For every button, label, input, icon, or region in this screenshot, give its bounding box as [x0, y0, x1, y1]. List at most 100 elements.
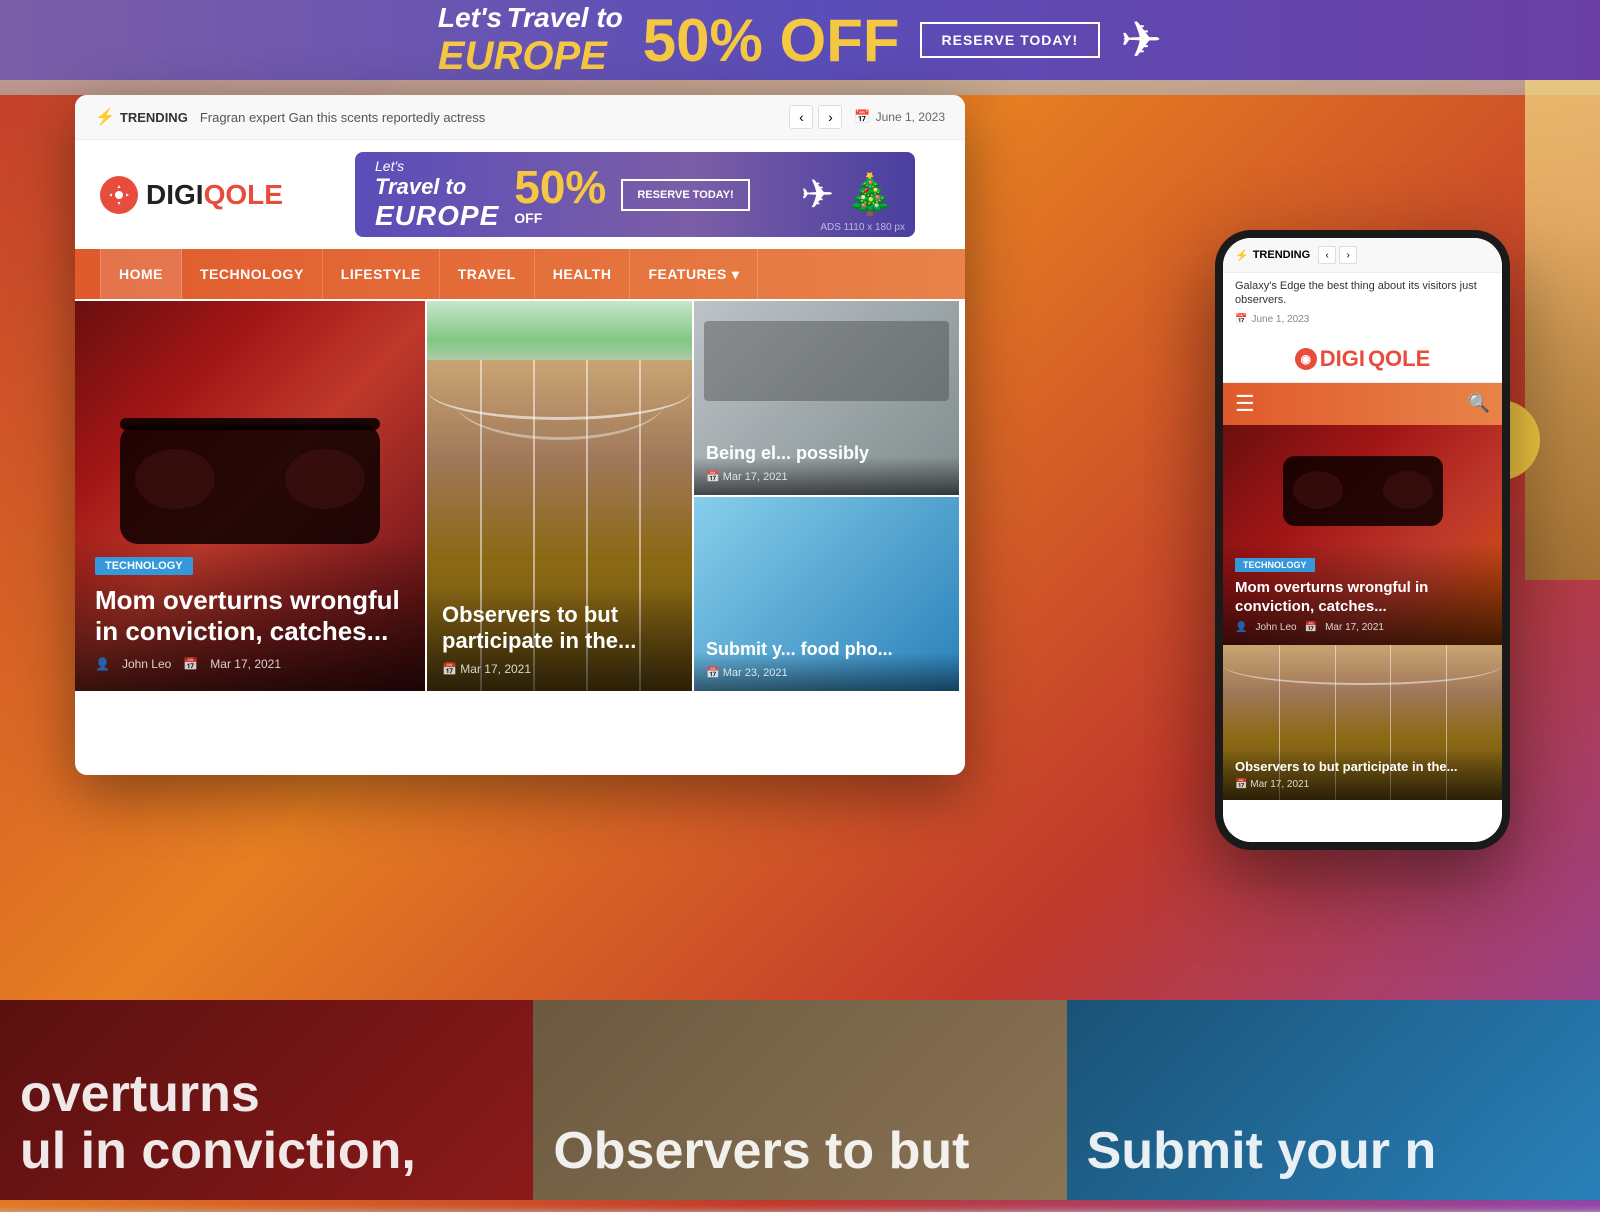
phone-main-title: Mom overturns wrongful in conviction, ca… — [1235, 578, 1490, 617]
submit-date: Mar 23, 2021 — [723, 667, 788, 679]
author-icon: 👤 — [95, 657, 110, 671]
banner-europe-text: EUROPE — [438, 34, 623, 79]
phone-logo-icon: ◉ — [1295, 348, 1317, 370]
being-date: Mar 17, 2021 — [723, 471, 788, 483]
phone-cal-icon: 📅 — [1235, 314, 1247, 325]
phone-vr-background: TECHNOLOGY Mom overturns wrongful in con… — [1223, 425, 1502, 645]
being-article-meta: 📅 Mar 17, 2021 — [706, 470, 947, 483]
main-article-card[interactable]: TECHNOLOGY Mom overturns wrongful in con… — [75, 301, 425, 691]
phone-track-cal-icon: 📅 — [1235, 779, 1247, 790]
track-article-title: Observers to but participate in the... — [442, 602, 677, 654]
ad-banner[interactable]: Let's Travel to EUROPE 50% OFF RESERVE T… — [355, 152, 915, 237]
calendar-icon: 📅 — [854, 109, 870, 125]
submit-article-card[interactable]: Submit y... food pho... 📅 Mar 23, 2021 — [694, 497, 959, 691]
phone-track-meta: 📅 Mar 17, 2021 — [1235, 779, 1490, 790]
phone-trending-next[interactable]: › — [1339, 246, 1357, 264]
logo-accent: QOLE — [204, 179, 283, 210]
track-article-meta: 📅 Mar 17, 2021 — [442, 662, 677, 676]
track-overlay: Observers to but participate in the... 📅… — [427, 587, 692, 691]
submit-overlay: Submit y... food pho... 📅 Mar 23, 2021 — [694, 627, 959, 691]
track-card-background: Observers to but participate in the... 📅… — [427, 301, 692, 691]
phone-logo-area: ◉ DIGIQOLE — [1223, 333, 1502, 383]
phone-main-article[interactable]: TECHNOLOGY Mom overturns wrongful in con… — [1223, 425, 1502, 645]
tech-badge: TECHNOLOGY — [95, 557, 193, 575]
logo-section: DIGIQOLE — [100, 176, 283, 214]
trending-label: ⚡ TRENDING — [95, 107, 188, 127]
trending-next-button[interactable]: › — [818, 105, 842, 129]
main-browser-window: ⚡ TRENDING Fragran expert Gan this scent… — [75, 95, 965, 775]
phone-trending-content: Galaxy's Edge the best thing about its v… — [1223, 273, 1502, 314]
phone-trending-label: ⚡ TRENDING — [1235, 249, 1310, 262]
article-date: Mar 17, 2021 — [210, 657, 281, 671]
being-article-title: Being el... possibly — [706, 443, 947, 464]
logo-ad-area: DIGIQOLE Let's Travel to EUROPE 50% OFF … — [75, 140, 965, 249]
phone-screen: ⚡ TRENDING ‹ › Galaxy's Edge the best th… — [1223, 238, 1502, 842]
bottom-article-submit: Submit your n — [1067, 1000, 1600, 1200]
phone-main-meta: 👤 John Leo 📅 Mar 17, 2021 — [1235, 622, 1490, 633]
ad-lets: Let's — [375, 158, 499, 174]
nav-home[interactable]: HOME — [100, 249, 182, 299]
phone-track-date: Mar 17, 2021 — [1250, 779, 1309, 790]
phone-menu-button[interactable]: ☰ — [1235, 391, 1255, 417]
ad-plane-icon: ✈ 🎄 — [801, 171, 895, 218]
phone-bolt-icon: ⚡ — [1235, 249, 1249, 262]
banner-reserve-button[interactable]: RESERVE TODAY! — [920, 22, 1101, 58]
submit-cal-icon: 📅 — [706, 667, 720, 679]
phone-logo[interactable]: ◉ DIGIQOLE — [1295, 343, 1431, 372]
phone-trending-bar: ⚡ TRENDING ‹ › — [1223, 238, 1502, 273]
phone-trending-date: 📅 June 1, 2023 — [1223, 314, 1502, 333]
nav-lifestyle[interactable]: LIFESTYLE — [323, 249, 440, 299]
ad-banner-text: Let's Travel to EUROPE — [375, 158, 499, 232]
site-logo[interactable]: DIGIQOLE — [100, 176, 283, 214]
nav-health[interactable]: HEALTH — [535, 249, 631, 299]
phone-author-icon: 👤 — [1235, 622, 1247, 633]
center-article-card[interactable]: Observers to but participate in the... 📅… — [427, 301, 692, 691]
nav-travel[interactable]: TRAVEL — [440, 249, 535, 299]
submit-card-background: Submit y... food pho... 📅 Mar 23, 2021 — [694, 497, 959, 691]
being-article-card[interactable]: Being el... possibly 📅 Mar 17, 2021 — [694, 301, 959, 495]
calendar-icon-small: 📅 — [183, 657, 198, 671]
ad-europe: EUROPE — [375, 200, 499, 232]
submit-article-title: Submit y... food pho... — [706, 639, 947, 660]
banner-content: Let's Travel to EUROPE 50% OFF RESERVE T… — [438, 2, 1162, 79]
right-column: Being el... possibly 📅 Mar 17, 2021 Subm… — [694, 301, 959, 691]
phone-navigation: ☰ 🔍 — [1223, 383, 1502, 425]
ad-percent: 50% — [514, 164, 606, 210]
phone-search-button[interactable]: 🔍 — [1468, 393, 1490, 414]
bolt-icon: ⚡ — [95, 107, 115, 127]
bottom-article-submit-text: Submit your n — [1087, 1123, 1580, 1180]
bottom-article-track: Observers to but — [533, 1000, 1066, 1200]
banner-percent: 50% OFF — [643, 6, 900, 75]
phone-vr-headset — [1283, 456, 1443, 526]
nav-features[interactable]: FEATURES ▾ — [630, 249, 758, 299]
banner-travel-text: Travel to — [507, 2, 623, 33]
banner-lets-text: Let's — [438, 2, 502, 33]
main-article-title: Mom overturns wrongful in conviction, ca… — [95, 585, 405, 647]
phone-track-background: Observers to but participate in the... 📅… — [1223, 645, 1502, 800]
nav-technology[interactable]: TECHNOLOGY — [182, 249, 323, 299]
trending-bar: ⚡ TRENDING Fragran expert Gan this scent… — [75, 95, 965, 140]
phone-trending-prev[interactable]: ‹ — [1318, 246, 1336, 264]
trending-prev-button[interactable]: ‹ — [789, 105, 813, 129]
bottom-article-vr-text: overturns ul in conviction, — [20, 1066, 513, 1180]
vr-overlay: TECHNOLOGY Mom overturns wrongful in con… — [75, 536, 425, 691]
navigation-bar: HOME TECHNOLOGY LIFESTYLE TRAVEL HEALTH … — [75, 249, 965, 299]
article-grid: TECHNOLOGY Mom overturns wrongful in con… — [75, 301, 965, 691]
banner-plane-icon: ✈ — [1120, 11, 1162, 69]
chevron-down-icon: ▾ — [732, 266, 740, 283]
main-article-meta: 👤 John Leo 📅 Mar 17, 2021 — [95, 657, 405, 671]
logo-icon — [100, 176, 138, 214]
ad-percent-block: 50% OFF — [514, 164, 606, 226]
ad-reserve-button[interactable]: RESERVE TODAY! — [621, 179, 749, 211]
ad-size-label: ADS 1110 x 180 px — [820, 222, 905, 233]
phone-date-icon: 📅 — [1305, 622, 1317, 633]
phone-track-article[interactable]: Observers to but participate in the... 📅… — [1223, 645, 1502, 800]
phone-trending-nav: ‹ › — [1318, 246, 1357, 264]
phone-track-overlay: Observers to but participate in the... 📅… — [1223, 749, 1502, 800]
phone-mockup: ⚡ TRENDING ‹ › Galaxy's Edge the best th… — [1215, 230, 1510, 850]
vr-headset-visual — [120, 424, 380, 544]
trending-label-text: TRENDING — [120, 110, 188, 125]
being-cal-icon: 📅 — [706, 471, 720, 483]
phone-vr-overlay: TECHNOLOGY Mom overturns wrongful in con… — [1223, 543, 1502, 645]
bottom-blur-articles: overturns ul in conviction, Observers to… — [0, 1000, 1600, 1200]
